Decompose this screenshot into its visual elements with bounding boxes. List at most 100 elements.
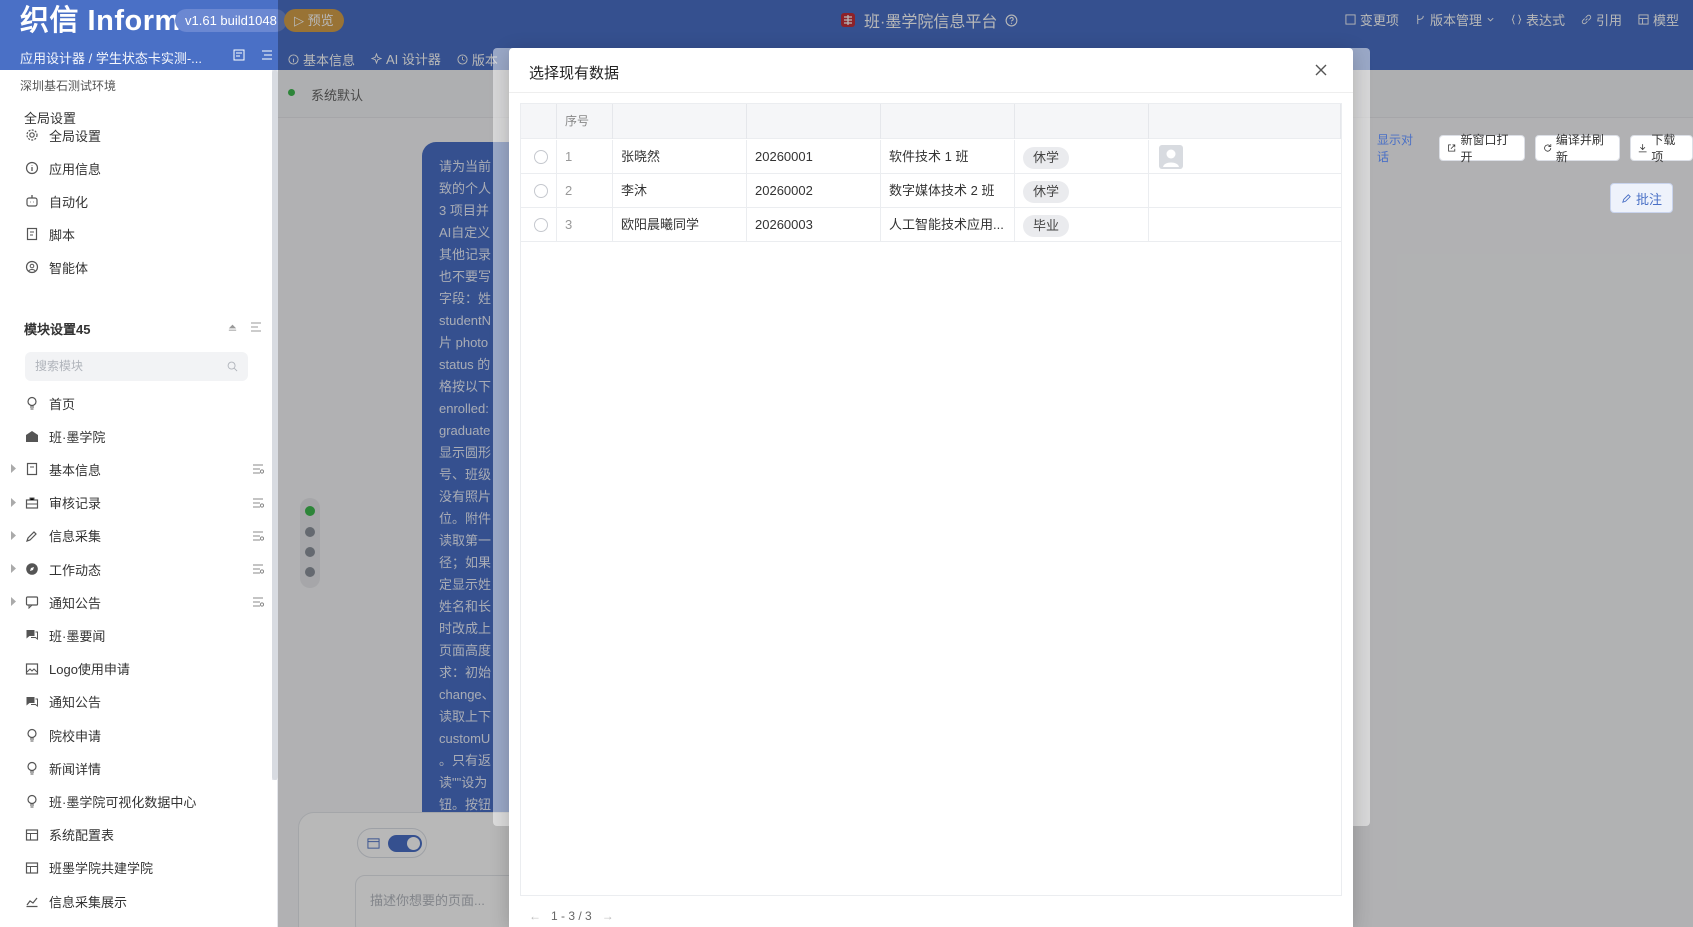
- compass-icon: [26, 563, 38, 575]
- row-radio[interactable]: [534, 184, 548, 198]
- row-radio[interactable]: [534, 218, 548, 232]
- sidebar-item-module[interactable]: 基本信息: [0, 454, 270, 484]
- expand-arrow-icon[interactable]: [10, 530, 17, 540]
- info-icon: [25, 161, 39, 175]
- sidebar-item-module[interactable]: 信息采集: [0, 521, 270, 551]
- pen-icon: [1622, 193, 1631, 203]
- preview-actions: 显示对话 新窗口打开 编译并刷新 下载项: [1370, 133, 1693, 164]
- outline-icon[interactable]: [261, 49, 273, 61]
- sidebar-item-global[interactable]: 自动化: [0, 186, 270, 216]
- cell-index: 2: [557, 174, 613, 207]
- cell-id: 20260002: [747, 174, 881, 207]
- cell-index: 1: [557, 140, 613, 173]
- sort-icon[interactable]: [250, 321, 262, 333]
- sidebar-item-label: 通知公告: [49, 595, 102, 611]
- sidebar-item-module[interactable]: 通知公告: [0, 687, 270, 717]
- pagination: ← 1 - 3 / 3 →: [529, 909, 614, 923]
- cell-id: 20260003: [747, 208, 881, 241]
- select-data-dialog: 选择现有数据 序号 1 张晓然 20260001 软件技术 1 班休学 2 李沐 20260…: [509, 48, 1353, 927]
- column-header: [881, 104, 1015, 139]
- sidebar-item-module[interactable]: 工作动态: [0, 554, 270, 584]
- table-header: 序号: [521, 104, 1341, 139]
- expand-arrow-icon[interactable]: [10, 497, 17, 507]
- download-button[interactable]: 下载项: [1630, 133, 1693, 164]
- image-icon: [25, 662, 39, 675]
- message-icon: [25, 596, 39, 610]
- module-options-icon[interactable]: [252, 563, 264, 575]
- sidebar-item-module[interactable]: 审核记录: [0, 488, 270, 518]
- collapse-icon[interactable]: [227, 321, 238, 332]
- table-icon: [25, 862, 39, 874]
- dialog-header: 选择现有数据: [509, 48, 1353, 93]
- row-radio[interactable]: [534, 150, 548, 164]
- cell-status: 毕业: [1015, 208, 1149, 241]
- sidebar-item-module[interactable]: Logo使用申请: [0, 654, 270, 684]
- sidebar-item-label: 系统配置表: [49, 828, 115, 844]
- module-options-icon[interactable]: [252, 463, 264, 475]
- table-row[interactable]: 1 张晓然 20260001 软件技术 1 班休学: [521, 140, 1341, 174]
- close-icon[interactable]: [1314, 63, 1328, 77]
- expand-arrow-icon[interactable]: [10, 564, 17, 573]
- sidebar-item-module[interactable]: 班·墨要闻: [0, 620, 270, 650]
- next-page-icon[interactable]: →: [602, 909, 614, 923]
- sidebar-item-module[interactable]: 班·墨学院: [0, 421, 270, 451]
- robot-icon: [26, 195, 38, 207]
- sidebar-item-module[interactable]: 信息采集展示: [0, 886, 270, 916]
- cell-photo: [1149, 174, 1341, 207]
- compile-refresh-label: 编译并刷新: [1555, 133, 1604, 164]
- sidebar-item-global[interactable]: 全局设置: [0, 120, 270, 150]
- version-badge: v1.61 build1048: [175, 9, 287, 32]
- table-icon: [25, 828, 39, 841]
- chat-icon: [26, 630, 38, 641]
- sidebar-item-module[interactable]: 新闻详情: [0, 753, 270, 783]
- sidebar-item-label: 全局设置: [49, 128, 102, 144]
- cell-name: 张晓然: [613, 140, 747, 173]
- breadcrumb[interactable]: 应用设计器 / 学生状态卡实测-...: [20, 48, 202, 67]
- module-search-input[interactable]: 搜索模块: [25, 352, 248, 381]
- table-row[interactable]: 2 李沐 20260002 数字媒体技术 2 班休学: [521, 174, 1341, 208]
- column-header: [1015, 104, 1149, 139]
- data-table: 序号 1 张晓然 20260001 软件技术 1 班休学 2 李沐 20260002 数字媒体…: [520, 103, 1342, 896]
- expand-arrow-icon[interactable]: [10, 464, 17, 474]
- sidebar-item-module[interactable]: 通知公告: [0, 587, 270, 617]
- compile-refresh-button[interactable]: 编译并刷新: [1534, 133, 1621, 164]
- dialog-title: 选择现有数据: [529, 65, 620, 82]
- open-new-window-button[interactable]: 新窗口打开: [1439, 133, 1525, 164]
- module-section-title: 模块设置45: [24, 322, 91, 337]
- show-chat-button[interactable]: 显示对话: [1370, 133, 1429, 164]
- sidebar-item-global[interactable]: 智能体: [0, 252, 270, 282]
- table-row[interactable]: 3 欧阳晨曦同学 20260003 人工智能技术应用... 毕业: [521, 208, 1341, 242]
- sidebar-item-label: Logo使用申请: [49, 662, 130, 678]
- cell-class: 软件技术 1 班: [881, 140, 1015, 173]
- status-tag: 休学: [1023, 180, 1070, 203]
- note-icon[interactable]: [233, 49, 245, 61]
- sidebar-item-module[interactable]: 院校申请: [0, 720, 270, 750]
- avatar[interactable]: [1159, 145, 1183, 169]
- module-options-icon[interactable]: [252, 530, 264, 542]
- sidebar-item-module[interactable]: 首页: [0, 388, 270, 418]
- expand-arrow-icon[interactable]: [10, 597, 17, 607]
- environment-label[interactable]: 深圳基石测试环境: [20, 77, 116, 94]
- sidebar-item-module[interactable]: 班墨学院共建学院: [0, 853, 270, 883]
- sidebar-item-global[interactable]: 脚本: [0, 219, 270, 249]
- sidebar-item-label: 信息采集: [49, 529, 102, 545]
- cell-id: 20260001: [747, 140, 881, 173]
- module-options-icon[interactable]: [252, 596, 264, 608]
- prev-page-icon[interactable]: ←: [529, 909, 541, 923]
- module-options-icon[interactable]: [252, 497, 264, 509]
- briefcase-icon: [25, 497, 39, 509]
- school-icon: [26, 431, 38, 443]
- sidebar-item-label: 基本信息: [49, 462, 102, 478]
- download-icon: [1638, 144, 1647, 153]
- sidebar-item-module[interactable]: 班·墨学院可视化数据中心: [0, 786, 270, 816]
- sidebar-item-module[interactable]: 系统配置表: [0, 820, 270, 850]
- sidebar-item-label: 院校申请: [49, 728, 102, 744]
- sidebar-item-label: 班墨学院共建学院: [49, 861, 154, 877]
- sidebar-item-global[interactable]: 应用信息: [0, 153, 270, 183]
- cell-photo: [1149, 140, 1341, 173]
- search-icon[interactable]: [227, 361, 238, 372]
- sidebar-item-label: 应用信息: [49, 161, 102, 177]
- annotate-button[interactable]: 批注: [1610, 183, 1674, 213]
- sidebar-item-label: 班·墨学院可视化数据中心: [49, 794, 197, 810]
- cell-status: 休学: [1015, 174, 1149, 207]
